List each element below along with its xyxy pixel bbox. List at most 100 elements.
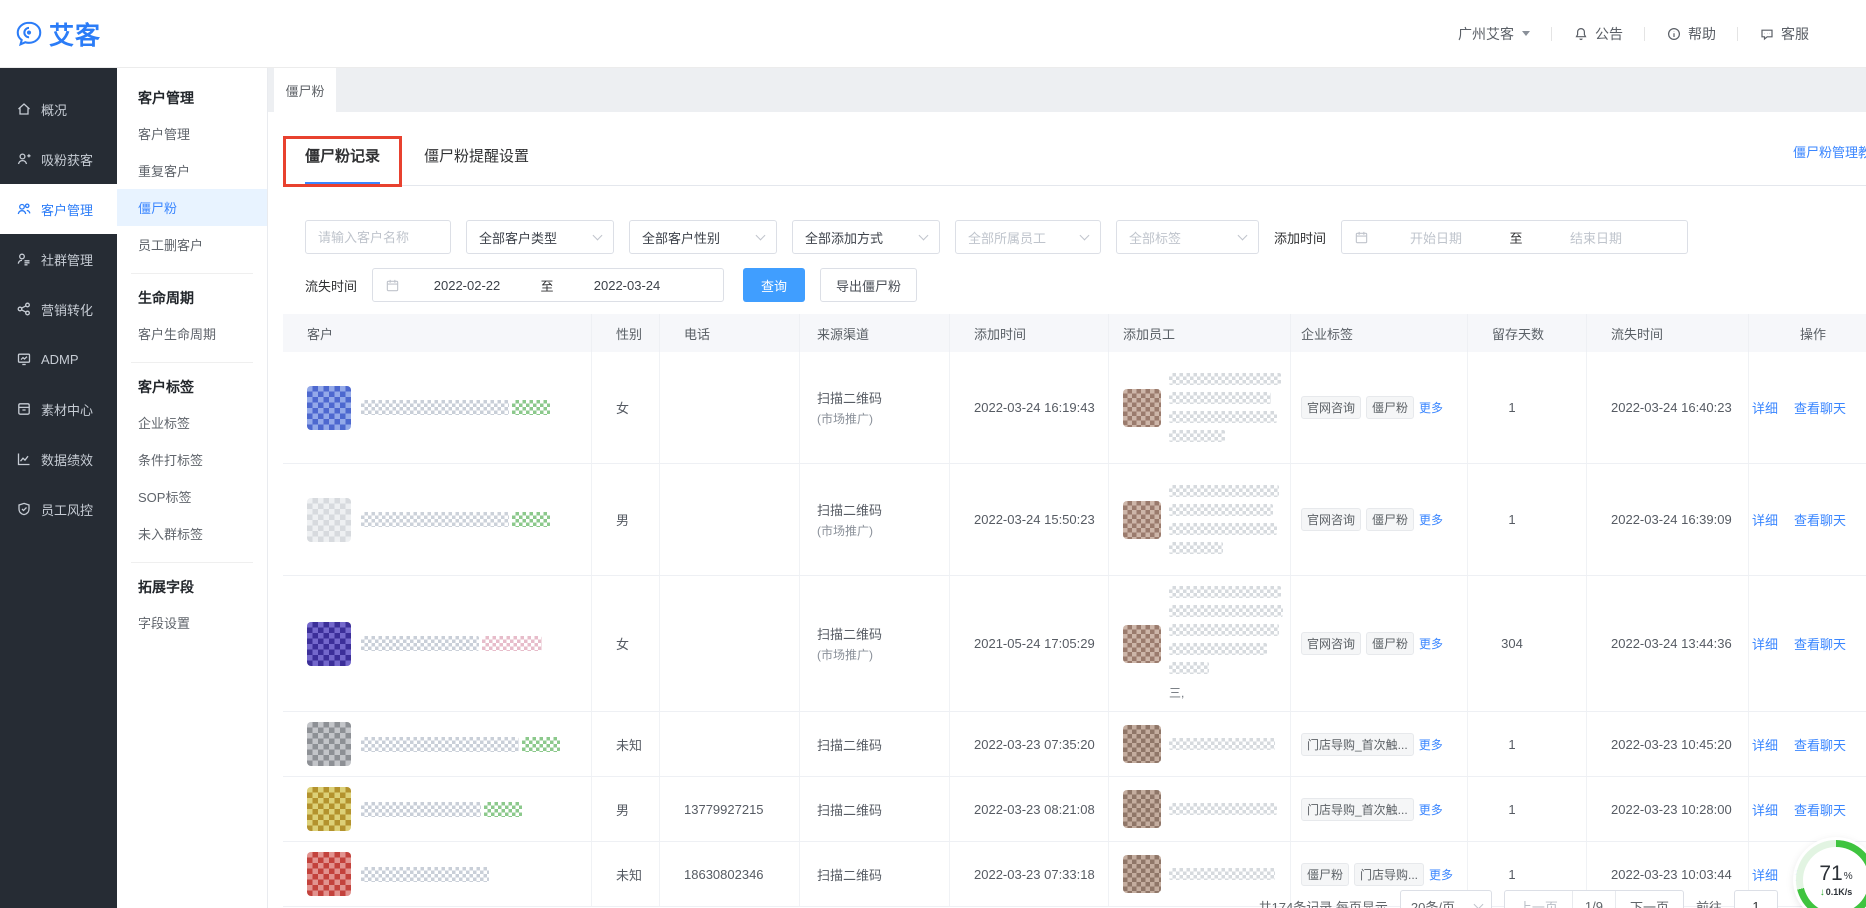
tab-zombie-reminder-settings[interactable]: 僵尸粉提醒设置 — [424, 145, 529, 185]
customer-type-select[interactable]: 全部客户类型 — [466, 220, 614, 254]
more-link[interactable]: 更多 — [1419, 801, 1443, 818]
sidebar-item-label: 营销转化 — [41, 300, 93, 319]
customer-name-blur — [361, 636, 542, 651]
sidebar-item-admp[interactable]: ADMP — [0, 334, 117, 384]
customer-name-blur — [361, 737, 560, 752]
search-button[interactable]: 查询 — [743, 268, 805, 302]
customer-name-blur — [361, 802, 522, 817]
customer-name-input[interactable] — [305, 220, 451, 254]
view-chat-link[interactable]: 查看聊天 — [1794, 735, 1846, 754]
page-size-select[interactable]: 20条/页 — [1400, 890, 1492, 908]
open-page-tab[interactable]: 僵尸粉 — [274, 68, 336, 112]
customer-avatar-blur — [307, 386, 351, 430]
support-label: 客服 — [1781, 24, 1809, 44]
detail-link[interactable]: 详细 — [1752, 735, 1778, 754]
announcements-button[interactable]: 公告 — [1552, 24, 1644, 44]
sidebar-item-marketing[interactable]: 营销转化 — [0, 284, 117, 334]
submenu-item-duplicate-customers[interactable]: 重复客户 — [117, 152, 267, 189]
sidebar-item-overview[interactable]: 概况 — [0, 84, 117, 134]
logo-bubble-icon — [14, 19, 44, 49]
submenu-item-corp-tags[interactable]: 企业标签 — [117, 404, 267, 441]
gender-cell: 女 — [592, 576, 660, 711]
share-icon — [16, 301, 32, 317]
prev-page-button[interactable]: 上一页 — [1505, 891, 1573, 908]
submenu-section-title: 拓展字段 — [117, 565, 267, 604]
submenu-item-customer-mgmt[interactable]: 客户管理 — [117, 115, 267, 152]
divider — [131, 362, 253, 363]
select-value: 全部所属员工 — [968, 228, 1046, 247]
tags-select[interactable]: 全部标签 — [1116, 220, 1259, 254]
actions-cell: 详细查看聊天 — [1749, 576, 1866, 711]
export-zombie-button[interactable]: 导出僵尸粉 — [820, 268, 917, 302]
shield-icon — [16, 501, 32, 517]
actions-cell: 详细查看聊天 — [1749, 352, 1866, 463]
help-button[interactable]: 帮助 — [1645, 24, 1737, 44]
detail-link[interactable]: 详细 — [1752, 634, 1778, 653]
submenu-item-deleted-customers[interactable]: 员工删客户 — [117, 226, 267, 263]
goto-page-input[interactable] — [1734, 890, 1778, 908]
detail-link[interactable]: 详细 — [1752, 510, 1778, 529]
submenu-item-lifecycle[interactable]: 客户生命周期 — [117, 315, 267, 352]
select-value: 全部客户性别 — [642, 228, 720, 247]
col-added-time: 添加时间 — [950, 314, 1109, 352]
add-time-range-picker[interactable]: 开始日期 至 结束日期 — [1341, 220, 1688, 254]
tag-chip: 门店导购... — [1354, 863, 1424, 886]
tab-zombie-records[interactable]: 僵尸粉记录 — [305, 145, 380, 185]
customer-gender-select[interactable]: 全部客户性别 — [629, 220, 777, 254]
view-chat-link[interactable]: 查看聊天 — [1794, 800, 1846, 819]
submenu-item-not-in-group-tags[interactable]: 未入群标签 — [117, 515, 267, 552]
churn-time-label: 流失时间 — [305, 276, 357, 295]
added-time-cell: 2022-03-23 07:33:18 — [950, 842, 1109, 906]
churn-time-range-picker[interactable]: 2022-02-22 至 2022-03-24 — [372, 268, 724, 302]
employee-name-blur — [1169, 738, 1275, 750]
detail-link[interactable]: 详细 — [1752, 800, 1778, 819]
employee-avatar-blur — [1123, 625, 1161, 663]
app-logo[interactable]: 艾客 — [14, 16, 101, 52]
workspace-switcher[interactable]: 广州艾客 — [1437, 24, 1551, 44]
employee-name-blur: 三, — [1169, 586, 1282, 701]
user-add-icon — [16, 151, 32, 167]
more-link[interactable]: 更多 — [1429, 866, 1453, 883]
employee-cell — [1109, 712, 1291, 776]
more-link[interactable]: 更多 — [1419, 736, 1443, 753]
col-added-staff: 添加员工 — [1109, 314, 1291, 352]
sidebar-item-label: 员工风控 — [41, 500, 93, 519]
submenu-item-field-settings[interactable]: 字段设置 — [117, 604, 267, 641]
tag-chip: 僵尸粉 — [1301, 863, 1349, 886]
sidebar-item-risk[interactable]: 员工风控 — [0, 484, 117, 534]
sidebar-item-community[interactable]: 社群管理 — [0, 234, 117, 284]
sidebar-item-analytics[interactable]: 数据绩效 — [0, 434, 117, 484]
filter-row-2: 流失时间 2022-02-22 至 2022-03-24 查询 导出僵尸粉 — [305, 268, 1866, 302]
owner-staff-select[interactable]: 全部所属员工 — [955, 220, 1101, 254]
sidebar-item-acquisition[interactable]: 吸粉获客 — [0, 134, 117, 184]
customer-cell — [283, 842, 592, 906]
submenu-item-zombie-fans[interactable]: 僵尸粉 — [117, 189, 267, 226]
submenu-item-sop-tags[interactable]: SOP标签 — [117, 478, 267, 515]
select-value: 全部添加方式 — [805, 228, 883, 247]
support-button[interactable]: 客服 — [1738, 24, 1830, 44]
zombie-guide-link[interactable]: 僵尸粉管理教 — [1793, 142, 1866, 161]
table-row: 男13779927215扫描二维码2022-03-23 08:21:08门店导购… — [283, 777, 1866, 842]
view-chat-link[interactable]: 查看聊天 — [1794, 634, 1846, 653]
more-link[interactable]: 更多 — [1419, 511, 1443, 528]
phone-cell — [660, 352, 800, 463]
added-time-cell: 2022-03-23 08:21:08 — [950, 777, 1109, 841]
next-page-button[interactable]: 下一页 — [1615, 891, 1683, 908]
more-link[interactable]: 更多 — [1419, 635, 1443, 652]
retention-days-cell: 1 — [1468, 712, 1587, 776]
add-time-label: 添加时间 — [1274, 228, 1326, 247]
view-chat-link[interactable]: 查看聊天 — [1794, 398, 1846, 417]
more-link[interactable]: 更多 — [1419, 399, 1443, 416]
sidebar-item-customers[interactable]: 客户管理 — [0, 184, 117, 234]
detail-link[interactable]: 详细 — [1752, 865, 1778, 884]
employee-avatar-blur — [1123, 790, 1161, 828]
submenu-item-conditional-tags[interactable]: 条件打标签 — [117, 441, 267, 478]
detail-link[interactable]: 详细 — [1752, 398, 1778, 417]
divider — [131, 562, 253, 563]
page-size-value: 20条/页 — [1411, 897, 1455, 908]
view-chat-link[interactable]: 查看聊天 — [1794, 510, 1846, 529]
gender-cell: 未知 — [592, 712, 660, 776]
sidebar-item-materials[interactable]: 素材中心 — [0, 384, 117, 434]
add-method-select[interactable]: 全部添加方式 — [792, 220, 940, 254]
employee-avatar-blur — [1123, 855, 1161, 893]
